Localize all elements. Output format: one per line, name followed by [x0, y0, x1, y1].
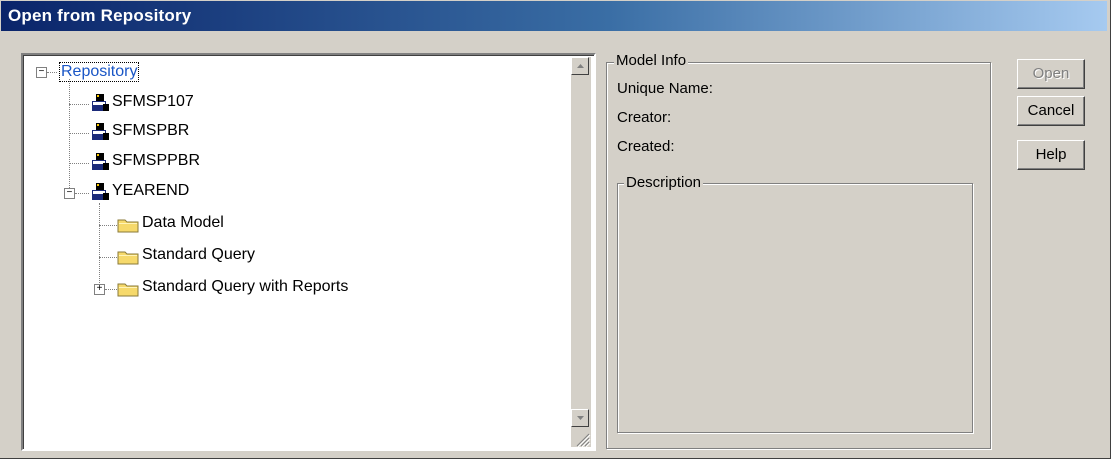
model-info-legend: Model Info — [614, 52, 689, 69]
scroll-up-button[interactable] — [571, 57, 589, 75]
database-icon — [92, 123, 109, 140]
folder-icon — [117, 219, 139, 233]
tree-line — [69, 163, 89, 164]
database-icon — [92, 94, 109, 111]
expand-standard-query-with-reports-icon[interactable]: + — [94, 284, 105, 295]
folder-icon — [117, 251, 139, 265]
tree-line — [69, 79, 70, 192]
tree-vertical-scrollbar[interactable] — [571, 57, 591, 447]
description-group — [617, 183, 973, 433]
tree-item-standard-query[interactable]: Standard Query — [142, 246, 255, 264]
tree-item-standard-query-with-reports[interactable]: Standard Query with Reports — [142, 278, 348, 296]
repository-tree[interactable]: − Repository SFMSP107 SFMSPBR SFMSPPBR −… — [21, 53, 596, 451]
unique-name-label: Unique Name: — [617, 80, 713, 97]
tree-line — [99, 203, 100, 289]
tree-item-sfmsp107[interactable]: SFMSP107 — [112, 93, 194, 111]
folder-icon — [117, 283, 139, 297]
database-icon — [92, 153, 109, 170]
tree-line — [99, 225, 117, 226]
collapse-root-icon[interactable]: − — [36, 67, 47, 78]
arrow-up-icon — [577, 64, 584, 68]
tree-line — [75, 193, 89, 194]
tree-item-sfmsppbr[interactable]: SFMSPPBR — [112, 152, 200, 170]
tree-item-sfmspbr[interactable]: SFMSPBR — [112, 122, 189, 140]
tree-line — [47, 72, 57, 73]
tree-item-yearend[interactable]: YEAREND — [112, 182, 189, 200]
tree-item-data-model[interactable]: Data Model — [142, 214, 224, 232]
scroll-down-button[interactable] — [571, 409, 589, 427]
tree-line — [105, 289, 117, 290]
created-label: Created: — [617, 138, 675, 155]
open-from-repository-dialog: Open from Repository − Repository SFMSP1… — [0, 0, 1111, 459]
open-button[interactable]: Open — [1017, 59, 1085, 89]
database-icon — [92, 183, 109, 200]
tree-line — [69, 133, 89, 134]
arrow-down-icon — [577, 416, 584, 420]
dialog-title: Open from Repository — [8, 6, 192, 25]
help-button[interactable]: Help — [1017, 140, 1085, 170]
description-legend: Description — [624, 174, 704, 191]
tree-item-repository[interactable]: Repository — [59, 62, 140, 82]
tree-line — [69, 104, 89, 105]
cancel-button[interactable]: Cancel — [1017, 96, 1085, 126]
creator-label: Creator: — [617, 109, 672, 126]
title-bar: Open from Repository — [1, 1, 1107, 31]
resize-grip-icon[interactable] — [571, 428, 591, 448]
tree-line — [99, 257, 117, 258]
collapse-yearend-icon[interactable]: − — [64, 188, 75, 199]
